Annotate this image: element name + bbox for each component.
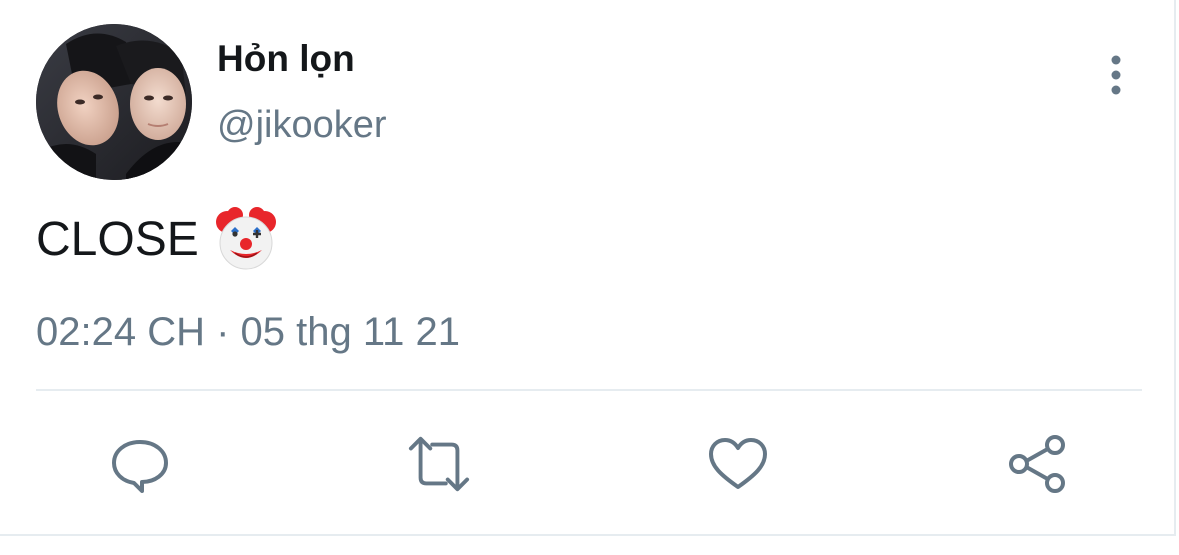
tweet-text: CLOSE bbox=[36, 206, 279, 272]
tweet-text-content: CLOSE bbox=[36, 212, 199, 266]
display-name[interactable]: Hỏn lọn bbox=[217, 38, 355, 80]
tweet-timestamp: 02:24 CH · 05 thg 11 21 bbox=[36, 310, 460, 354]
divider bbox=[36, 389, 1142, 391]
user-handle[interactable]: @jikooker bbox=[217, 104, 387, 147]
share-icon[interactable] bbox=[1006, 432, 1070, 496]
avatar[interactable] bbox=[36, 24, 192, 180]
more-vertical-icon[interactable] bbox=[1096, 50, 1136, 100]
clown-face-icon bbox=[213, 206, 279, 272]
tweet-card: Hỏn lọn @jikooker CLOSE 02:24 CH · 05 th… bbox=[0, 0, 1176, 536]
like-heart-icon[interactable] bbox=[706, 432, 770, 496]
retweet-icon[interactable] bbox=[407, 432, 471, 496]
reply-icon[interactable] bbox=[108, 432, 172, 496]
